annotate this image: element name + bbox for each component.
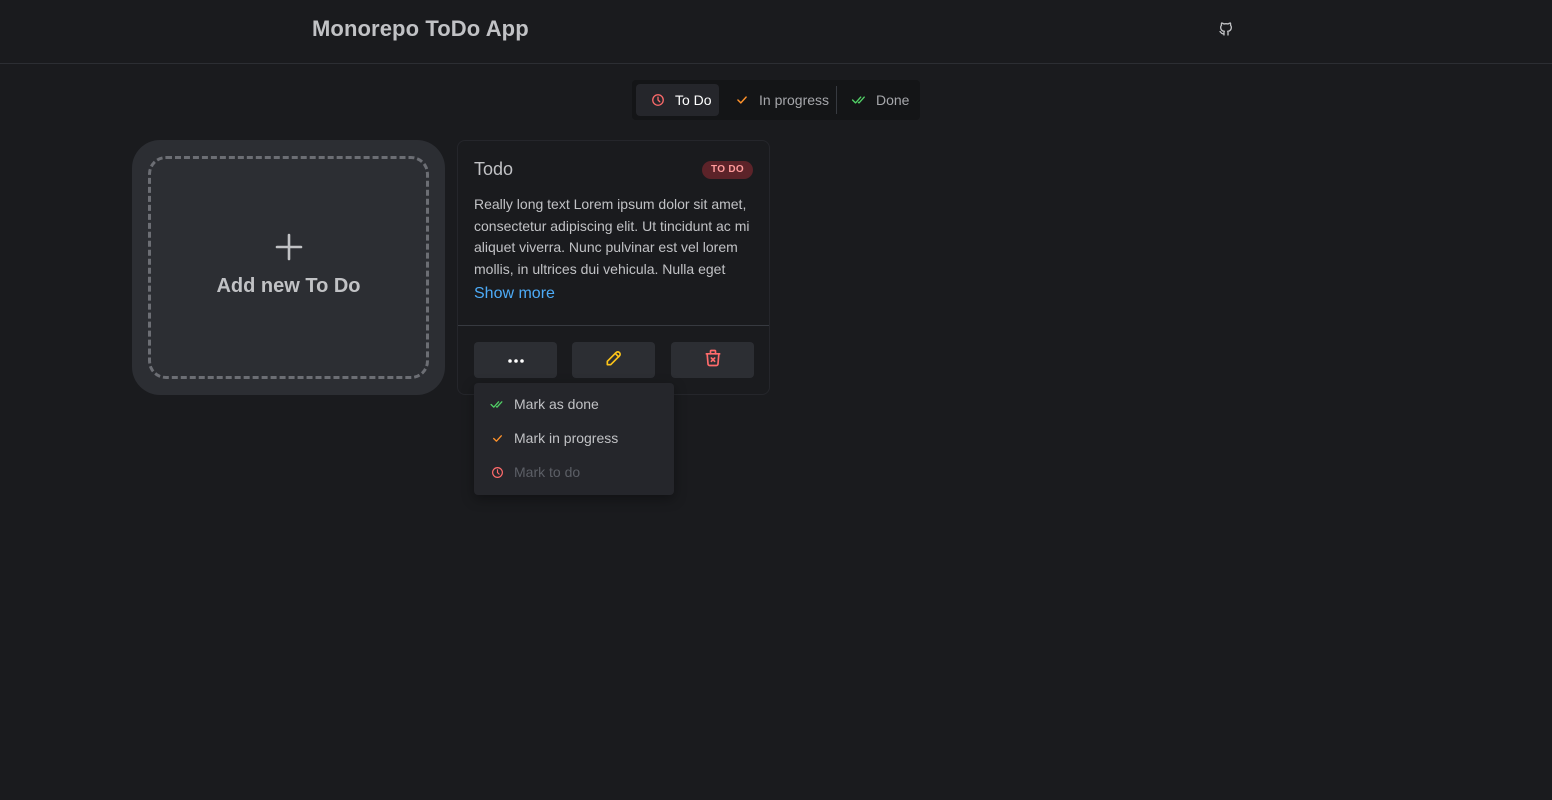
app-header: Monorepo ToDo App: [0, 0, 1552, 64]
clock-icon: [650, 92, 666, 108]
filter-todo[interactable]: To Do: [636, 84, 719, 116]
status-menu-button[interactable]: [474, 342, 557, 378]
app-title: Monorepo ToDo App: [312, 16, 529, 41]
delete-todo-button[interactable]: [671, 342, 754, 378]
show-more-link[interactable]: Show more: [474, 285, 555, 303]
mark-todo-item: Mark to do: [478, 455, 670, 489]
todo-description: Really long text Lorem ipsum dolor sit a…: [474, 196, 750, 278]
status-badge: TO DO: [702, 161, 753, 179]
dots-icon: [507, 351, 525, 369]
clock-icon: [490, 465, 504, 479]
check-icon: [734, 92, 750, 108]
filter-in-progress-label: In progress: [759, 92, 830, 108]
github-icon: [1218, 21, 1234, 42]
mark-todo-label: Mark to do: [514, 464, 581, 480]
add-todo-card[interactable]: Add new To Do: [132, 140, 445, 395]
pencil-icon: [604, 348, 624, 373]
mark-in-progress-label: Mark in progress: [514, 430, 619, 446]
plus-icon: [274, 232, 304, 267]
double-check-icon: [851, 92, 867, 108]
filter-done[interactable]: Done: [837, 84, 916, 116]
mark-done-label: Mark as done: [514, 396, 599, 412]
mark-in-progress-item[interactable]: Mark in progress: [478, 421, 670, 455]
double-check-icon: [490, 397, 504, 411]
todo-card: Todo TO DO Really long text Lorem ipsum …: [457, 140, 770, 395]
filter-in-progress[interactable]: In progress: [720, 84, 836, 116]
filter-todo-label: To Do: [675, 92, 712, 108]
todo-title: Todo: [474, 159, 514, 179]
mark-done-item[interactable]: Mark as done: [478, 387, 670, 421]
github-link-button[interactable]: [1214, 19, 1238, 43]
status-menu: Mark as done Mark in progress Mark to do: [474, 383, 674, 495]
trash-x-icon: [703, 348, 723, 373]
add-todo-dropzone: Add new To Do: [148, 156, 429, 379]
filter-done-label: Done: [876, 92, 910, 108]
status-filter: To Do In progress Done: [632, 80, 920, 120]
add-todo-label: Add new To Do: [216, 274, 361, 297]
check-icon: [490, 431, 504, 445]
edit-todo-button[interactable]: [572, 342, 655, 378]
card-divider: [458, 325, 769, 326]
